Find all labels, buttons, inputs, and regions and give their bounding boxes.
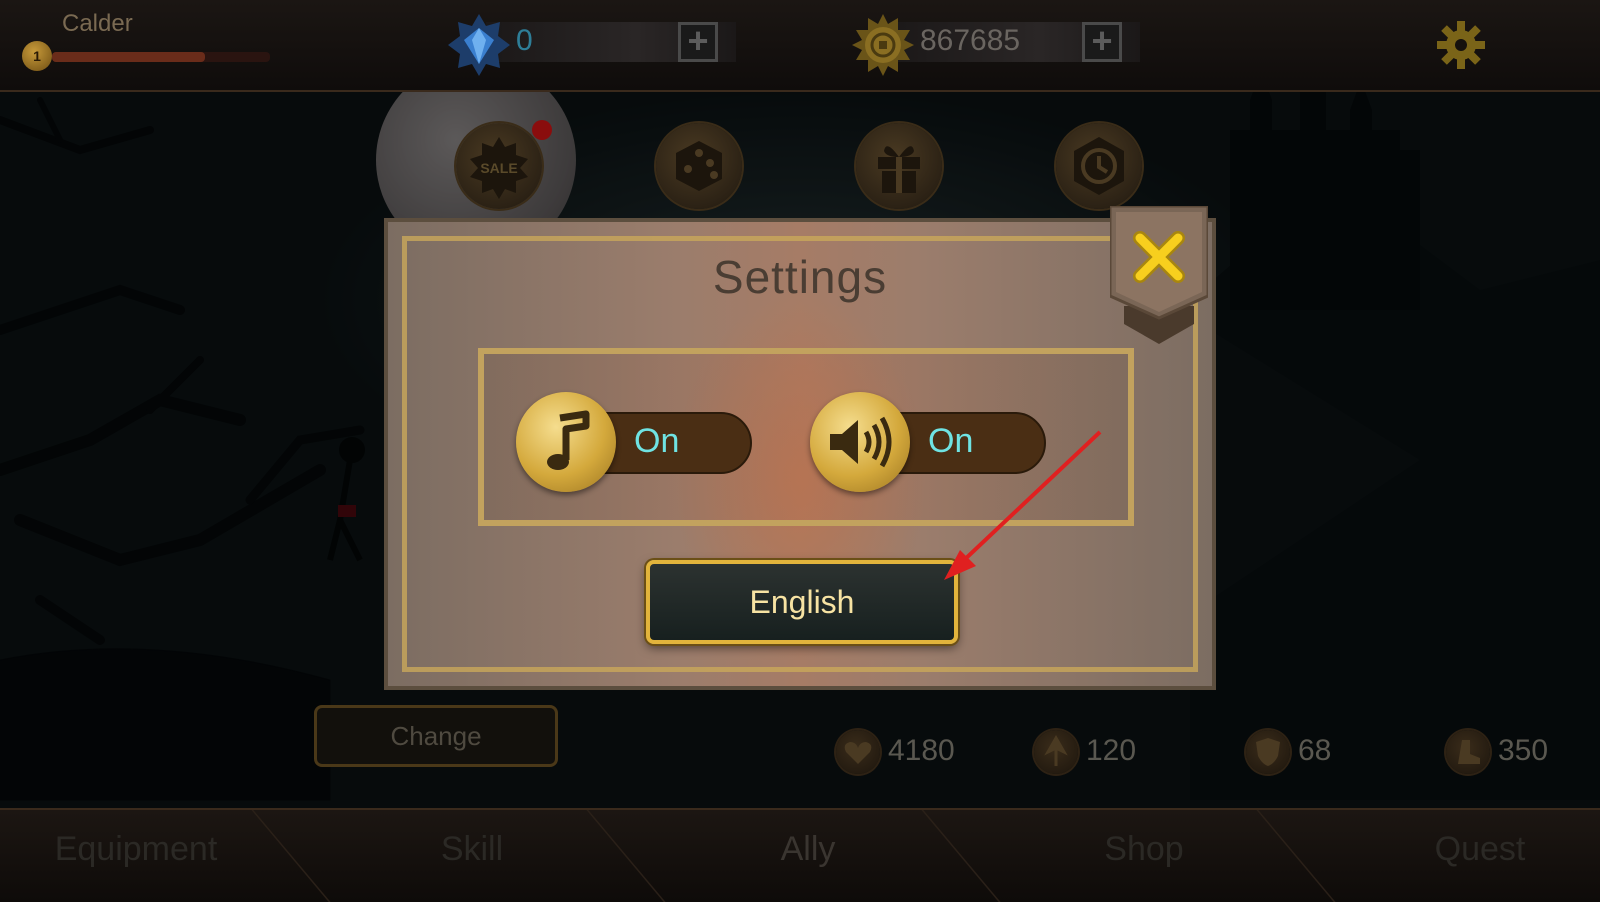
plus-icon: + [1091,20,1113,61]
notification-dot [532,120,552,140]
dice-icon [676,141,722,191]
tab-skill[interactable]: Skill [312,830,632,869]
player-level-badge: 1 [22,41,52,71]
gold-amount: 867685 [920,24,1021,57]
tab-ally[interactable]: Ally [648,830,968,869]
shield-icon [1246,730,1290,774]
clock-icon [1074,137,1124,195]
sound-toggle-state: On [928,422,974,460]
sale-button[interactable]: SALE [456,123,542,209]
add-gold-button[interactable]: + [1082,22,1122,62]
music-toggle-knob [516,392,616,492]
sound-toggle-knob [810,392,910,492]
xp-bar [52,52,270,62]
music-toggle[interactable]: On [516,392,754,492]
diamond-icon [448,14,510,76]
music-toggle-state: On [634,422,680,460]
xp-bar-fill [52,52,205,62]
stat-value: 68 [1298,734,1332,767]
speaker-icon [830,416,892,468]
stat-value: 350 [1498,734,1549,767]
tab-quest[interactable]: Quest [1320,830,1600,869]
gear-icon[interactable] [1436,20,1486,70]
gift-button[interactable] [856,123,942,209]
top-bar: Calder 1 0 + 867685 + [0,0,1600,92]
dice-button[interactable] [656,123,742,209]
sound-toggle[interactable]: On [810,392,1048,492]
gems-amount: 0 [516,24,533,57]
stat-value: 120 [1086,734,1137,767]
stat-value: 4180 [888,734,955,767]
player-name: Calder [62,10,133,37]
boot-icon [1446,730,1490,774]
dialog-title: Settings [712,251,888,303]
plus-icon: + [687,20,709,61]
attack-icon [1034,730,1078,774]
close-button[interactable] [1110,206,1208,346]
settings-dialog: Settings On On English [384,218,1216,690]
gift-icon [878,146,920,193]
sale-icon: SALE [470,137,528,199]
settings-options-panel: On On [478,348,1134,526]
add-gems-button[interactable]: + [678,22,718,62]
tab-shop[interactable]: Shop [984,830,1304,869]
music-note-icon [547,410,590,470]
language-button[interactable]: English [646,560,958,644]
gold-coin-icon [852,14,914,76]
bottom-nav: Equipment Skill Ally Shop Quest [0,808,1600,902]
tab-equipment[interactable]: Equipment [0,830,296,869]
heart-icon [836,730,880,774]
change-button[interactable]: Change [314,705,558,767]
timed-event-button[interactable] [1056,123,1142,209]
svg-text:SALE: SALE [480,160,517,176]
